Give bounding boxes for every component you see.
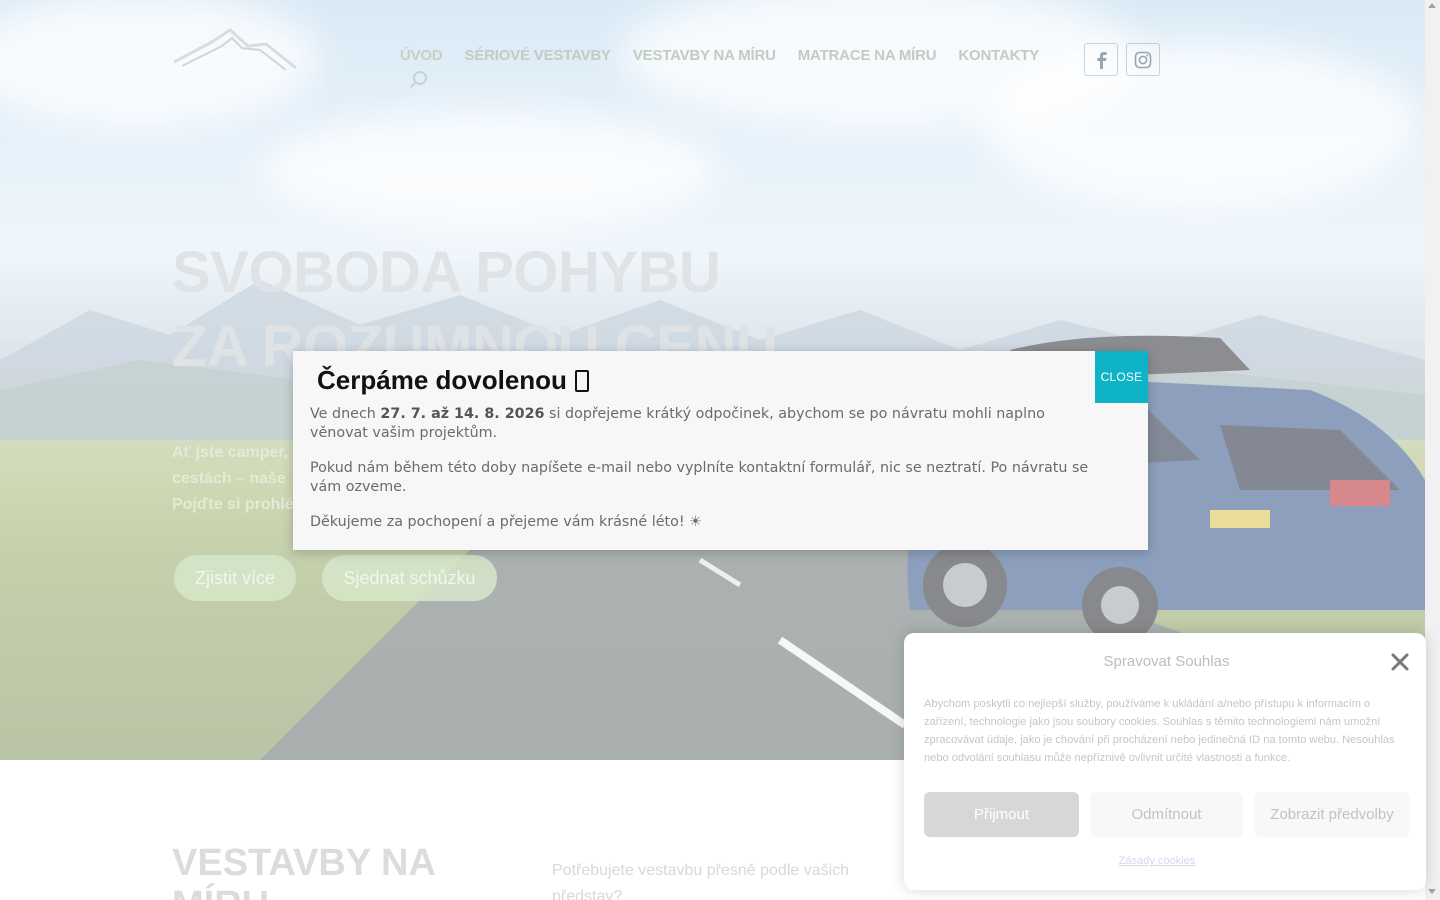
modal-paragraph-3: Děkujeme za pochopení a přejeme vám krás… — [310, 514, 702, 530]
cookie-policy-link[interactable]: Zásady cookies — [904, 855, 1410, 867]
modal-p1-before: Ve dnech — [310, 406, 381, 422]
nav-vestavby-na-miru[interactable]: VESTAVBY NA MÍRU — [633, 47, 776, 64]
search-icon[interactable] — [409, 70, 429, 90]
section-title-line2: MÍRU — [172, 884, 436, 900]
nav-uvod[interactable]: ÚVOD — [400, 47, 443, 64]
modal-title-text: Čerpáme dovolenou — [317, 365, 567, 395]
nav-kontakty[interactable]: KONTAKTY — [958, 47, 1039, 64]
scrollbar[interactable] — [1425, 0, 1440, 900]
learn-more-button[interactable]: Zjistit více — [174, 555, 296, 601]
missing-glyph-icon — [574, 369, 589, 392]
nav-seriove-vestavby[interactable]: SÉRIOVÉ VESTAVBY — [465, 47, 611, 64]
scroll-up-arrow[interactable] — [1428, 3, 1436, 8]
cookie-preferences-button[interactable]: Zobrazit předvolby — [1254, 792, 1410, 837]
modal-title: Čerpáme dovolenou — [317, 365, 589, 396]
cookie-deny-button[interactable]: Odmítnout — [1090, 792, 1243, 837]
vacation-modal: Čerpáme dovolenou CLOSE Ve dnech 27. 7. … — [293, 351, 1148, 550]
modal-p1-dates: 27. 7. až 14. 8. 2026 — [380, 406, 545, 422]
cookie-consent-panel: Spravovat Souhlas Abychom poskytli co ne… — [904, 633, 1426, 890]
main-nav: ÚVOD SÉRIOVÉ VESTAVBY VESTAVBY NA MÍRU M… — [400, 47, 1039, 64]
cookie-title: Spravovat Souhlas — [1103, 653, 1230, 670]
book-meeting-button[interactable]: Sjednat schůzku — [322, 555, 497, 601]
section-title-line1: VESTAVBY NA — [172, 842, 436, 884]
nav-matrace-na-miru[interactable]: MATRACE NA MÍRU — [798, 47, 937, 64]
section-text: Potřebujete vestavbu přesně podle vašich… — [552, 862, 850, 900]
logo-mountain[interactable] — [172, 26, 298, 72]
modal-paragraph-2: Pokud nám během této doby napíšete e-mai… — [310, 460, 1089, 495]
modal-body: Ve dnech 27. 7. až 14. 8. 2026 si dopřej… — [310, 405, 1100, 548]
close-x-icon[interactable] — [1389, 651, 1411, 673]
facebook-button[interactable] — [1084, 43, 1118, 76]
hero-title-line1: SVOBODA POHYBU — [172, 240, 721, 305]
modal-close-button[interactable]: CLOSE — [1095, 351, 1148, 403]
cookie-text: Abychom poskytli co nejlepší služby, pou… — [924, 698, 1395, 764]
instagram-button[interactable] — [1126, 43, 1160, 76]
section-title: VESTAVBY NA MÍRU — [172, 842, 436, 900]
instagram-icon — [1134, 51, 1152, 68]
cookie-accept-button[interactable]: Přijmout — [924, 792, 1079, 837]
scroll-down-arrow[interactable] — [1428, 889, 1436, 894]
modal-paragraph-1: Ve dnech 27. 7. až 14. 8. 2026 si dopřej… — [310, 405, 1100, 443]
facebook-icon — [1097, 51, 1107, 69]
